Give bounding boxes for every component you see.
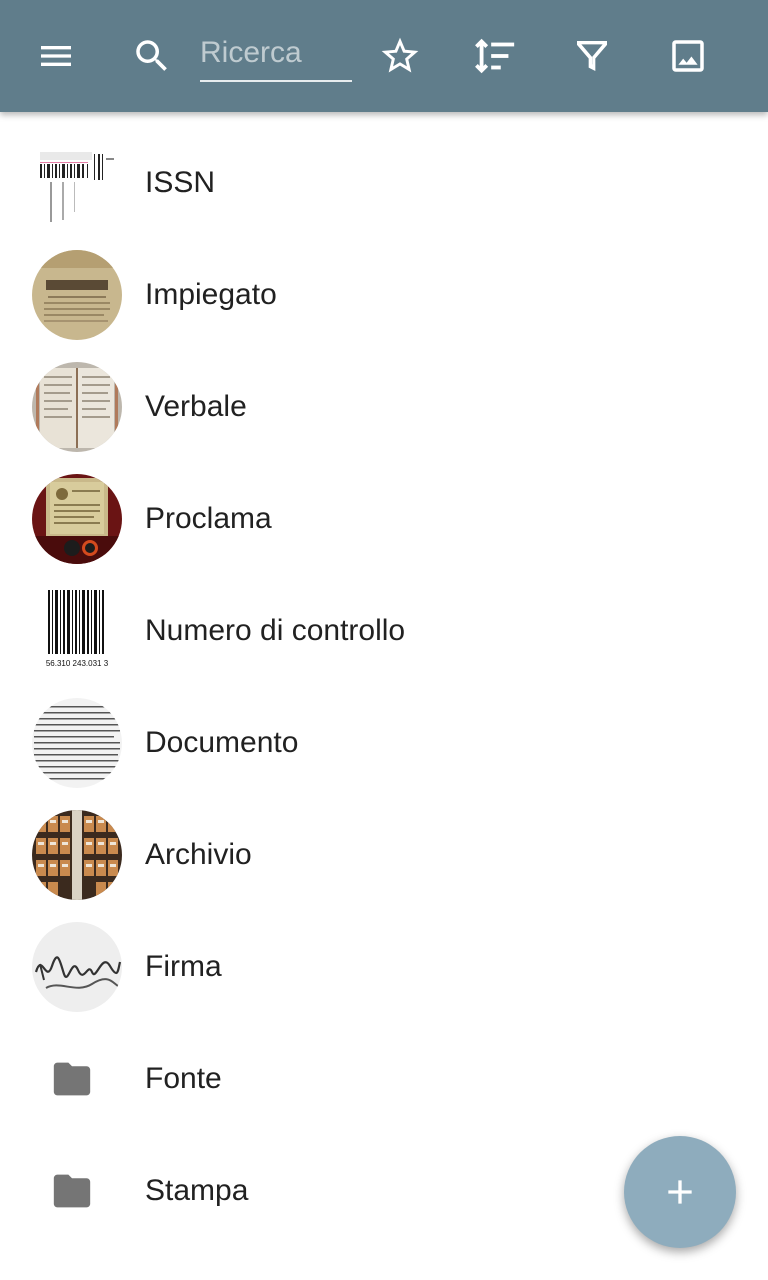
list-item-label: Verbale — [145, 390, 247, 423]
framed-proclamation-thumbnail — [32, 474, 122, 564]
add-button[interactable] — [624, 1136, 736, 1248]
list-item-label: ISSN — [145, 166, 216, 199]
list-item-label: Numero di controllo — [145, 614, 406, 647]
search-field[interactable] — [200, 26, 352, 82]
list-item-documento[interactable]: Documento — [0, 687, 768, 799]
category-list: ISSN Impiegato Verbale Proclama 56.310 2… — [0, 127, 768, 1247]
folder-icon — [50, 1171, 94, 1211]
list-item-label: Documento — [145, 726, 299, 759]
list-item-fonte[interactable]: Fonte — [0, 1023, 768, 1135]
list-item-verbale[interactable]: Verbale — [0, 351, 768, 463]
list-item-issn[interactable]: ISSN — [0, 127, 768, 239]
list-item-label: Fonte — [145, 1062, 222, 1095]
image-icon[interactable] — [660, 28, 716, 84]
signature-thumbnail — [32, 922, 122, 1012]
barcode-caption: 56.310 243.031 3 — [46, 659, 109, 668]
list-item-label: Stampa — [145, 1174, 249, 1207]
barcode-thumbnail: 56.310 243.031 3 — [32, 586, 122, 676]
list-item-impiegato[interactable]: Impiegato — [0, 239, 768, 351]
list-item-label: Firma — [145, 950, 222, 983]
list-item-firma[interactable]: Firma — [0, 911, 768, 1023]
list-item-proclama[interactable]: Proclama — [0, 463, 768, 575]
archive-shelves-thumbnail — [32, 810, 122, 900]
star-outline-icon[interactable] — [372, 28, 428, 84]
open-book-thumbnail — [32, 362, 122, 452]
list-item-archivio[interactable]: Archivio — [0, 799, 768, 911]
search-input[interactable] — [200, 26, 352, 80]
list-item-numero-di-controllo[interactable]: 56.310 243.031 3 Numero di controllo — [0, 575, 768, 687]
sort-icon[interactable] — [467, 28, 523, 84]
list-item-label: Proclama — [145, 502, 272, 535]
folder-icon — [50, 1059, 94, 1099]
old-document-thumbnail — [32, 250, 122, 340]
app-toolbar — [0, 0, 768, 112]
menu-icon[interactable] — [28, 28, 84, 84]
issn-barcode-thumbnail — [32, 138, 122, 228]
text-page-thumbnail — [32, 698, 122, 788]
list-item-label: Archivio — [145, 838, 252, 871]
list-item-label: Impiegato — [145, 278, 277, 311]
plus-icon — [668, 1180, 692, 1204]
filter-icon[interactable] — [564, 28, 620, 84]
search-icon[interactable] — [124, 28, 180, 84]
